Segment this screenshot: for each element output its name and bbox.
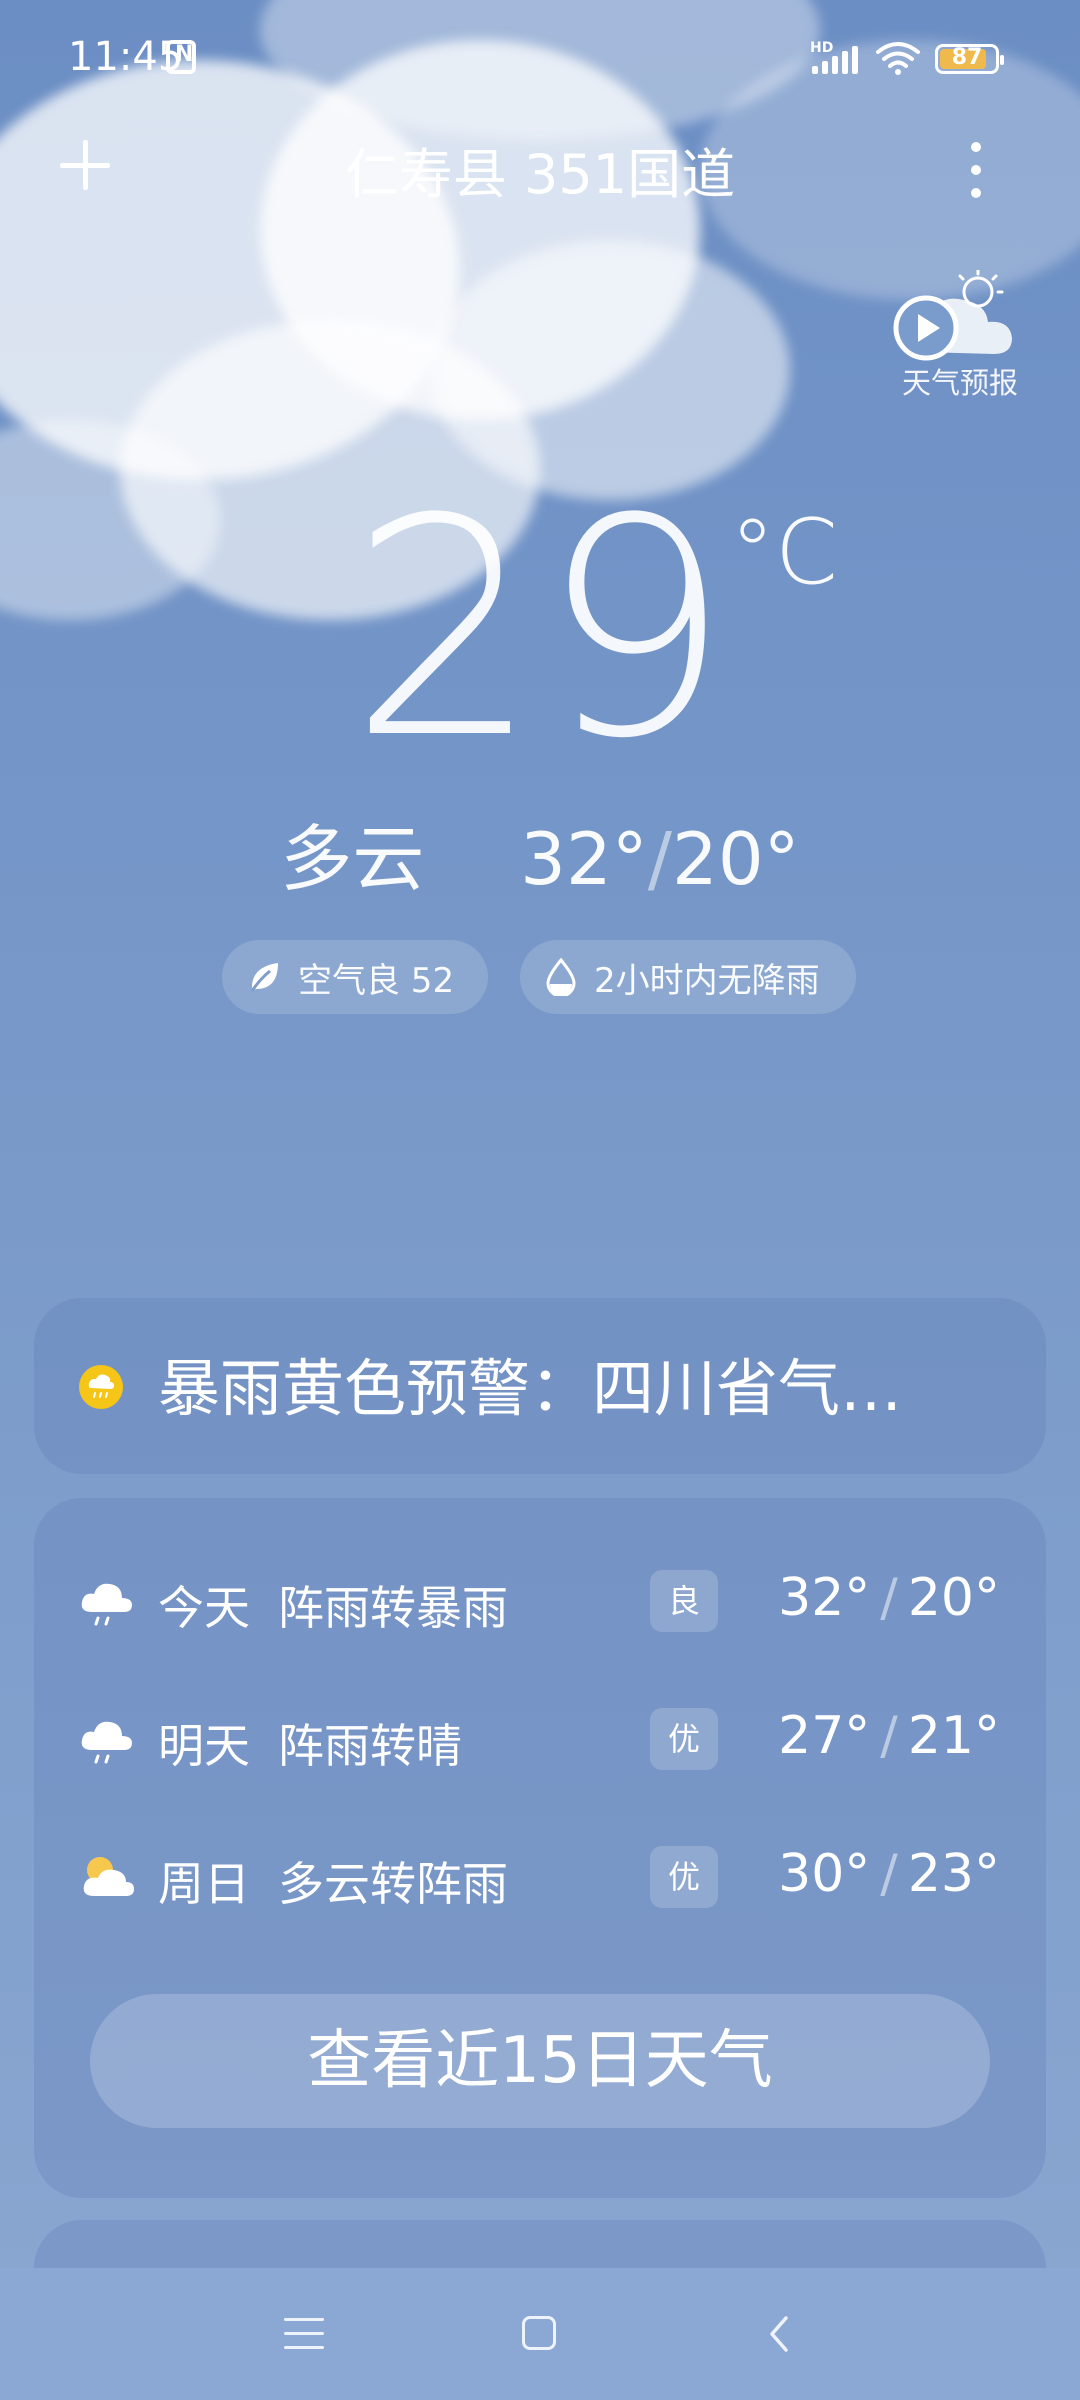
weather-alert-card[interactable]: 暴雨黄色预警：四川省气…	[34, 1298, 1046, 1474]
signal-icon	[812, 46, 860, 74]
leaf-icon	[250, 963, 278, 992]
location-title[interactable]: 仁寿县 351国道	[0, 130, 1080, 209]
back-icon[interactable]	[760, 2314, 800, 2354]
forecast-row-1[interactable]: 明天 阵雨转晴 优 27°/21°	[34, 1696, 1046, 1786]
forecast-high: 32°	[778, 1568, 871, 1628]
air-quality-text: 空气良 52	[298, 960, 455, 1001]
temperature-unit: °C	[730, 500, 838, 605]
battery-level: 87	[951, 45, 983, 70]
current-condition-line: 多云 32°/20°	[0, 800, 1080, 905]
forecast-condition: 阵雨转暴雨	[278, 1581, 508, 1635]
air-quality-chip[interactable]: 空气良 52	[222, 940, 488, 1014]
forecast-aqi-badge: 优	[650, 1708, 718, 1770]
forecast-temperature: 27°/21°	[778, 1706, 1000, 1766]
forecast-low: 23°	[907, 1844, 1000, 1904]
partly-cloudy-icon	[83, 1857, 134, 1896]
water-drop-icon	[546, 958, 576, 996]
today-low: 20°	[672, 817, 800, 901]
weather-app: 11:45 HD 87 仁寿县 351国道 天气预报 29 °C 多云	[0, 0, 1080, 2400]
forecast-day: 周日	[158, 1857, 250, 1911]
more-menu-icon[interactable]	[966, 140, 986, 200]
current-temperature: 29	[349, 455, 731, 804]
home-icon[interactable]	[522, 2316, 556, 2350]
wifi-icon	[876, 42, 920, 75]
rainstorm-warning-icon	[79, 1365, 123, 1409]
nfc-icon	[166, 40, 196, 74]
forecast-high: 27°	[778, 1706, 871, 1766]
forecast-day: 今天	[158, 1581, 250, 1635]
forecast-temperature: 32°/20°	[778, 1568, 1000, 1628]
current-condition: 多云	[280, 817, 425, 901]
forecast-high: 30°	[778, 1844, 871, 1904]
forecast-aqi-badge: 优	[650, 1846, 718, 1908]
alert-text: 暴雨黄色预警：四川省气…	[158, 1352, 903, 1425]
view-15-day-forecast-button[interactable]: 查看近15日天气	[90, 1994, 990, 2128]
high-low-separator: /	[647, 817, 673, 901]
rain-forecast-text: 2小时内无降雨	[594, 960, 820, 1001]
forecast-row-2[interactable]: 周日 多云转阵雨 优 30°/23°	[34, 1834, 1046, 1924]
forecast-separator: /	[880, 1568, 898, 1628]
forecast-separator: /	[880, 1844, 898, 1904]
forecast-condition: 多云转阵雨	[278, 1857, 508, 1911]
forecast-temperature: 30°/23°	[778, 1844, 1000, 1904]
forecast-video-label[interactable]: 天气预报	[880, 360, 1040, 402]
rain-cloud-icon	[81, 1721, 132, 1764]
battery-indicator: 87	[935, 44, 1004, 74]
rain-forecast-chip[interactable]: 2小时内无降雨	[520, 940, 856, 1014]
forecast-aqi-badge: 良	[650, 1570, 718, 1632]
today-high: 32°	[520, 817, 648, 901]
forecast-day: 明天	[158, 1719, 250, 1773]
forecast-row-0[interactable]: 今天 阵雨转暴雨 良 32°/20°	[34, 1558, 1046, 1648]
daily-forecast-card: 今天 阵雨转暴雨 良 32°/20° 明天 阵雨转晴 优 27°/21° 周日 …	[34, 1498, 1046, 2198]
rain-cloud-icon	[81, 1583, 132, 1626]
recent-apps-icon[interactable]	[284, 2316, 324, 2352]
forecast-separator: /	[880, 1706, 898, 1766]
forecast-condition: 阵雨转晴	[278, 1719, 462, 1773]
forecast-low: 20°	[907, 1568, 1000, 1628]
forecast-low: 21°	[907, 1706, 1000, 1766]
